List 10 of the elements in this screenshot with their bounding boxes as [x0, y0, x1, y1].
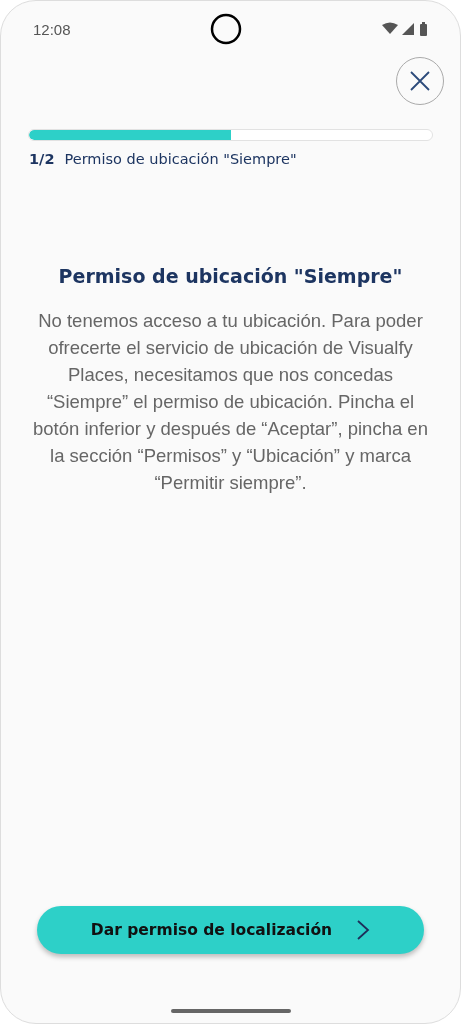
- step-counter: 1/2: [29, 151, 55, 167]
- step-title: Permiso de ubicación "Siempre": [64, 151, 297, 167]
- page-title: Permiso de ubicación "Siempre": [57, 265, 404, 287]
- close-icon: [409, 70, 431, 92]
- chevron-right-icon: [356, 919, 371, 941]
- status-time: 12:08: [33, 20, 71, 38]
- status-icons: [382, 22, 430, 36]
- permission-button[interactable]: Dar permiso de localización: [37, 906, 424, 954]
- camera-icon: [210, 13, 243, 45]
- description-text: No tenemos acceso a tu ubicación. Para poder ofrecerte el servicio de ubicación de Visualfy Places, necesitamos que nos concedas “Siempre” el permiso de ubicación. Pincha el botón inferior y después de “Aceptar”, pincha en la sección “Permisos” y “Ubicación” y marca “Permitir siempre”.: [32, 309, 429, 495]
